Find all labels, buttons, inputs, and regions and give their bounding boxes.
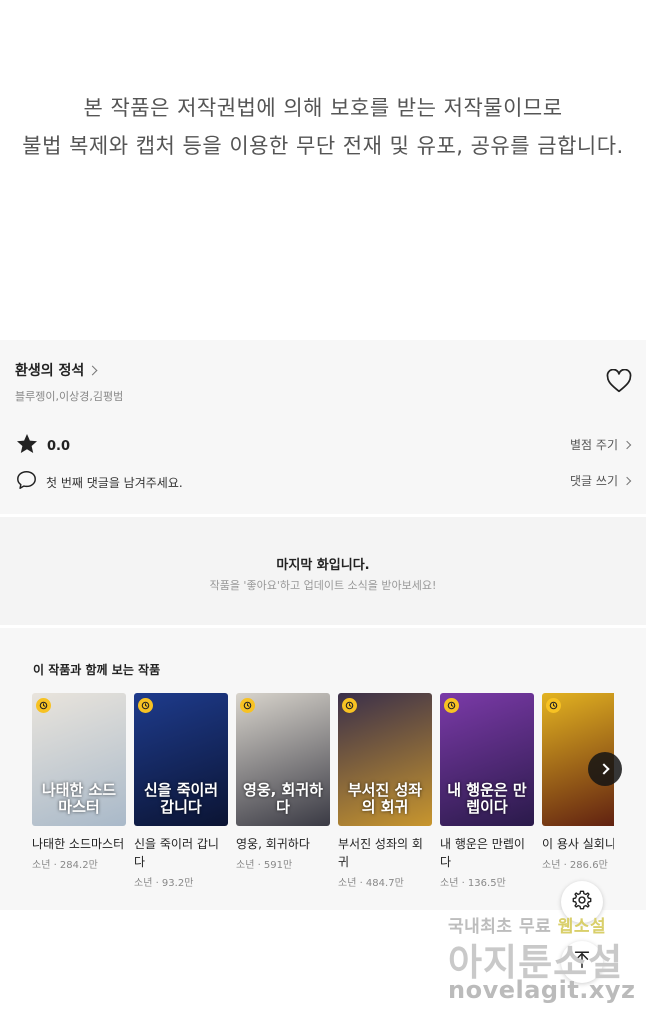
rating-row: 0.0	[15, 432, 70, 460]
notice-line-2: 불법 복제와 캡처 등을 이용한 무단 전재 및 유포, 공유를 금합니다.	[22, 134, 624, 158]
cover-title-art: 신을 죽이러 갑니다	[143, 781, 219, 816]
speech-bubble-icon	[15, 469, 38, 495]
work-title-link[interactable]: 환생의 정석	[15, 360, 98, 380]
cover-title-art: 부서진 성좌의 회귀	[347, 781, 423, 816]
watermark: 국내최초 무료 웹소설 아지툰소설 novelagit.xyz	[440, 910, 640, 1020]
give-rating-link[interactable]: 별점 주기	[570, 436, 632, 453]
clock-icon	[342, 698, 357, 713]
watermark-line-3: novelagit.xyz	[448, 976, 636, 1004]
chevron-right-icon	[597, 763, 610, 775]
cover-title-art: 나태한 소드마스터	[41, 781, 117, 816]
recommendations-title: 이 작품과 함께 보는 작품	[33, 663, 161, 677]
cover-title-art: 영웅, 회귀하다	[243, 781, 323, 816]
cover-title-art: 내 행운은 만렙이다	[447, 781, 527, 816]
cover-thumbnail: 내 행운은 만렙이다	[440, 693, 534, 826]
recommendation-meta: 소년 · 591만	[236, 860, 293, 871]
copyright-notice: 본 작품은 저작권법에 의해 보호를 받는 저작물이므로 불법 복제와 캡처 등…	[0, 0, 646, 340]
chevron-right-icon	[622, 440, 632, 449]
recommendation-meta: 소년 · 93.2만	[134, 878, 194, 889]
last-episode-subtitle: 작품을 '좋아요'하고 업데이트 소식을 받아보세요!	[209, 579, 437, 592]
recommendation-list: 나태한 소드마스터 나태한 소드마스터 소년 · 284.2만 신을 죽이러 갑니다 신…	[32, 693, 614, 908]
chevron-right-icon	[87, 365, 98, 375]
recommendations-panel: 이 작품과 함께 보는 작품 나태한 소드마스터 나태한 소드마스터 소년 · 28…	[0, 628, 646, 910]
cover-thumbnail: 부서진 성좌의 회귀	[338, 693, 432, 826]
heart-outline-icon[interactable]	[606, 368, 632, 393]
last-episode-title: 마지막 화입니다.	[276, 558, 370, 573]
last-episode-panel: 마지막 화입니다. 작품을 '좋아요'하고 업데이트 소식을 받아보세요!	[0, 517, 646, 625]
work-authors: 블루젱이,이상경,김평범	[15, 390, 124, 403]
recommendation-card[interactable]: 부서진 성좌의 회귀 부서진 성좌의 회귀 소년 · 484.7만	[338, 693, 432, 889]
gear-icon	[571, 889, 593, 915]
cover-thumbnail: 나태한 소드마스터	[32, 693, 126, 826]
next-button[interactable]	[588, 752, 622, 786]
clock-icon	[546, 698, 561, 713]
clock-icon	[36, 698, 51, 713]
chevron-right-icon	[622, 476, 632, 485]
recommendation-card[interactable]: 영웅, 회귀하다 영웅, 회귀하다 소년 · 591만	[236, 693, 330, 871]
rating-value: 0.0	[47, 438, 71, 454]
recommendation-meta: 소년 · 286.6만	[542, 860, 608, 871]
recommendation-meta: 소년 · 484.7만	[338, 878, 404, 889]
settings-button[interactable]	[561, 881, 603, 923]
cover-thumbnail: 영웅, 회귀하다	[236, 693, 330, 826]
notice-line-1: 본 작품은 저작권법에 의해 보호를 받는 저작물이므로	[83, 96, 563, 120]
recommendation-title: 이 용사 실회니	[542, 837, 614, 851]
write-comment-label: 댓글 쓰기	[570, 474, 618, 488]
watermark-text-a: 국내최초 무료	[448, 917, 558, 937]
comment-prompt: 첫 번째 댓글을 남겨주세요.	[46, 475, 183, 490]
give-rating-label: 별점 주기	[570, 438, 618, 452]
cover-thumbnail: 신을 죽이러 갑니다	[134, 693, 228, 826]
comment-row: 첫 번째 댓글을 남겨주세요.	[15, 469, 183, 495]
recommendation-title: 내 행운은 만렙이다	[440, 837, 525, 869]
recommendation-title: 신을 죽이러 갑니다	[134, 837, 219, 869]
work-info-panel: 환생의 정석 블루젱이,이상경,김평범 0.0 별점 주기 첫 번째 댓글을 남…	[0, 340, 646, 514]
work-title: 환생의 정석	[15, 363, 85, 379]
clock-icon	[138, 698, 153, 713]
star-icon	[15, 432, 39, 460]
recommendation-title: 영웅, 회귀하다	[236, 837, 310, 851]
clock-icon	[240, 698, 255, 713]
clock-icon	[444, 698, 459, 713]
recommendation-card[interactable]: 내 행운은 만렙이다 내 행운은 만렙이다 소년 · 136.5만	[440, 693, 534, 889]
scroll-top-button[interactable]	[561, 941, 603, 983]
recommendation-meta: 소년 · 284.2만	[32, 860, 98, 871]
recommendation-card[interactable]: 신을 죽이러 갑니다 신을 죽이러 갑니다 소년 · 93.2만	[134, 693, 228, 889]
write-comment-link[interactable]: 댓글 쓰기	[570, 472, 632, 489]
recommendation-meta: 소년 · 136.5만	[440, 878, 506, 889]
recommendation-title: 나태한 소드마스터	[32, 837, 125, 851]
recommendation-card[interactable]: 나태한 소드마스터 나태한 소드마스터 소년 · 284.2만	[32, 693, 126, 871]
recommendation-title: 부서진 성좌의 회귀	[338, 837, 423, 869]
arrow-up-icon	[571, 949, 593, 975]
